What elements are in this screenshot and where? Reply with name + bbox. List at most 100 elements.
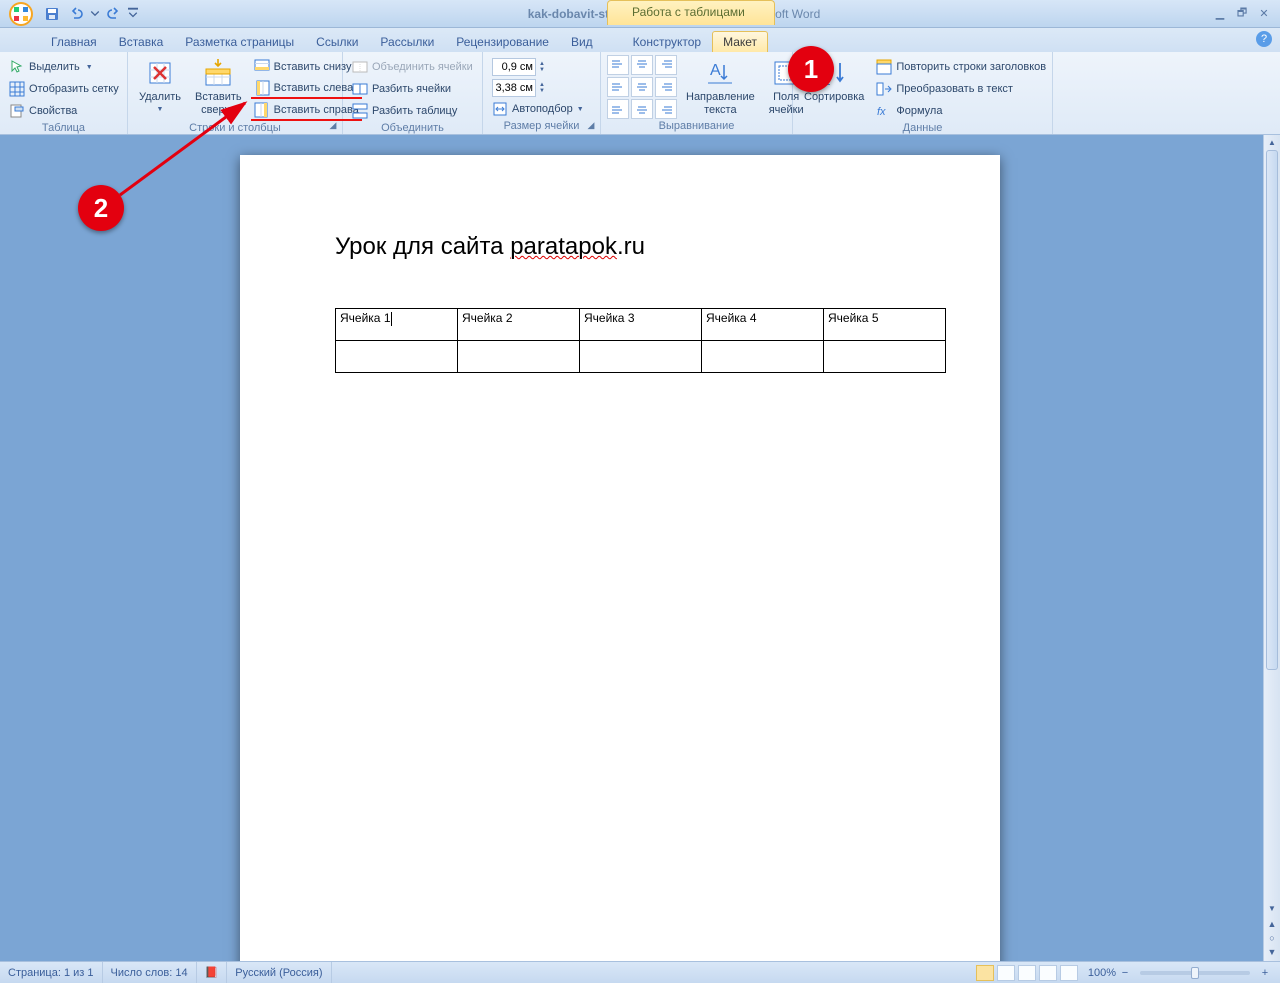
undo-dropdown[interactable] bbox=[90, 4, 100, 24]
next-page-button[interactable]: ▼ bbox=[1264, 945, 1280, 959]
view-web[interactable] bbox=[1018, 965, 1036, 981]
scroll-down[interactable]: ▼ bbox=[1264, 901, 1280, 916]
tab-review[interactable]: Рецензирование bbox=[445, 31, 560, 52]
delete-icon bbox=[144, 57, 176, 89]
align-tr[interactable] bbox=[655, 55, 677, 75]
save-button[interactable] bbox=[42, 4, 62, 24]
group-alignment: A Направление текста Поля ячейки Выравни… bbox=[601, 52, 793, 134]
split-cells-button[interactable]: Разбить ячейки bbox=[349, 79, 476, 99]
tab-references[interactable]: Ссылки bbox=[305, 31, 369, 52]
align-mc[interactable] bbox=[631, 77, 653, 97]
callout-1: 1 bbox=[788, 46, 834, 92]
status-bar: Страница: 1 из 1 Число слов: 14 📕 Русски… bbox=[0, 961, 1280, 983]
view-draft[interactable] bbox=[1060, 965, 1078, 981]
office-button[interactable] bbox=[2, 0, 40, 28]
align-tc[interactable] bbox=[631, 55, 653, 75]
split-icon bbox=[352, 81, 368, 97]
view-fullscreen[interactable] bbox=[997, 965, 1015, 981]
table-cell[interactable]: Ячейка 4 bbox=[702, 309, 824, 341]
redo-button[interactable] bbox=[104, 4, 124, 24]
table-cell[interactable]: Ячейка 1 bbox=[336, 309, 458, 341]
document-table[interactable]: Ячейка 1 Ячейка 2 Ячейка 3 Ячейка 4 Ячей… bbox=[335, 308, 946, 373]
group-data-label: Данные bbox=[799, 121, 1046, 136]
zoom-value[interactable]: 100% bbox=[1088, 967, 1116, 979]
minimize-button[interactable]: ▁ bbox=[1210, 6, 1230, 22]
insert-below-icon bbox=[254, 59, 270, 75]
align-bl[interactable] bbox=[607, 99, 629, 119]
table-row[interactable]: Ячейка 1 Ячейка 2 Ячейка 3 Ячейка 4 Ячей… bbox=[336, 309, 946, 341]
close-button[interactable]: ✕ bbox=[1254, 6, 1274, 22]
restore-button[interactable]: 🗗 bbox=[1232, 6, 1252, 22]
scroll-thumb[interactable] bbox=[1266, 150, 1278, 670]
tab-mailings[interactable]: Рассылки bbox=[369, 31, 445, 52]
table-cell[interactable] bbox=[580, 341, 702, 373]
size-dialog-launcher[interactable]: ◢ bbox=[585, 119, 597, 131]
rows-dialog-launcher[interactable]: ◢ bbox=[327, 119, 339, 131]
table-cell[interactable] bbox=[824, 341, 946, 373]
table-cell[interactable]: Ячейка 5 bbox=[824, 309, 946, 341]
status-proofing[interactable]: 📕 bbox=[197, 962, 228, 983]
page[interactable]: Урок для сайта paratapok.ru Ячейка 1 Яче… bbox=[240, 155, 1000, 961]
vertical-scrollbar[interactable]: ▲ ▼ ▲ ○ ▼ bbox=[1263, 135, 1280, 961]
table-cell[interactable] bbox=[336, 341, 458, 373]
view-gridlines-button[interactable]: Отобразить сетку bbox=[6, 79, 122, 99]
grid-icon bbox=[9, 81, 25, 97]
formula-icon: fx bbox=[876, 103, 892, 119]
status-page[interactable]: Страница: 1 из 1 bbox=[0, 962, 103, 983]
col-width-input[interactable] bbox=[492, 79, 536, 97]
ribbon-tabs: Главная Вставка Разметка страницы Ссылки… bbox=[0, 28, 1280, 52]
convert-text-button[interactable]: Преобразовать в текст bbox=[873, 79, 1049, 99]
split-table-icon bbox=[352, 103, 368, 119]
insert-above-icon bbox=[202, 57, 234, 89]
view-print[interactable] bbox=[976, 965, 994, 981]
zoom-out-button[interactable]: − bbox=[1118, 966, 1132, 980]
split-table-button[interactable]: Разбить таблицу bbox=[349, 101, 476, 121]
table-row[interactable] bbox=[336, 341, 946, 373]
tab-table-layout[interactable]: Макет bbox=[712, 31, 768, 52]
status-language[interactable]: Русский (Россия) bbox=[227, 962, 331, 983]
browse-object-button[interactable]: ○ bbox=[1264, 931, 1280, 945]
properties-button[interactable]: Свойства bbox=[6, 101, 122, 121]
group-align-label: Выравнивание bbox=[607, 119, 786, 134]
tab-home[interactable]: Главная bbox=[40, 31, 108, 52]
qat-customize[interactable] bbox=[128, 4, 138, 24]
zoom-thumb[interactable] bbox=[1191, 967, 1199, 979]
table-cell[interactable]: Ячейка 3 bbox=[580, 309, 702, 341]
tab-layout[interactable]: Разметка страницы bbox=[174, 31, 305, 52]
help-button[interactable]: ? bbox=[1256, 31, 1272, 47]
prev-page-button[interactable]: ▲ bbox=[1264, 917, 1280, 931]
tab-design[interactable]: Конструктор bbox=[622, 31, 712, 52]
pointer-icon bbox=[9, 59, 25, 75]
width-stepper[interactable]: ▲▼ bbox=[539, 82, 545, 94]
align-tl[interactable] bbox=[607, 55, 629, 75]
titlebar: Работа с таблицами kak-dobavit-stolbec-v… bbox=[0, 0, 1280, 28]
align-ml[interactable] bbox=[607, 77, 629, 97]
zoom-slider[interactable] bbox=[1140, 971, 1250, 975]
document-heading[interactable]: Урок для сайта paratapok.ru bbox=[335, 233, 645, 261]
align-br[interactable] bbox=[655, 99, 677, 119]
quick-access-toolbar bbox=[42, 4, 138, 24]
align-mr[interactable] bbox=[655, 77, 677, 97]
repeat-header-button[interactable]: Повторить строки заголовков bbox=[873, 57, 1049, 77]
row-height-input[interactable] bbox=[492, 58, 536, 76]
undo-button[interactable] bbox=[66, 4, 86, 24]
table-cell[interactable] bbox=[458, 341, 580, 373]
formula-button[interactable]: fxФормула bbox=[873, 101, 1049, 121]
height-stepper[interactable]: ▲▼ bbox=[539, 61, 545, 73]
scroll-up[interactable]: ▲ bbox=[1264, 135, 1280, 150]
select-button[interactable]: Выделить ▼ bbox=[6, 57, 122, 77]
align-bc[interactable] bbox=[631, 99, 653, 119]
col-width-spinner[interactable]: ▲▼ bbox=[489, 78, 587, 98]
zoom-in-button[interactable]: + bbox=[1258, 966, 1272, 980]
row-height-spinner[interactable]: ▲▼ bbox=[489, 57, 587, 77]
annotation-arrow bbox=[110, 95, 260, 205]
status-words[interactable]: Число слов: 14 bbox=[103, 962, 197, 983]
tab-view[interactable]: Вид bbox=[560, 31, 604, 52]
group-cell-size: ▲▼ ▲▼ Автоподбор ▼ Размер ячейки ◢ bbox=[483, 52, 601, 134]
text-direction-button[interactable]: A Направление текста bbox=[681, 55, 760, 116]
view-outline[interactable] bbox=[1039, 965, 1057, 981]
table-cell[interactable]: Ячейка 2 bbox=[458, 309, 580, 341]
autofit-button[interactable]: Автоподбор ▼ bbox=[489, 99, 587, 119]
tab-insert[interactable]: Вставка bbox=[108, 31, 175, 52]
table-cell[interactable] bbox=[702, 341, 824, 373]
